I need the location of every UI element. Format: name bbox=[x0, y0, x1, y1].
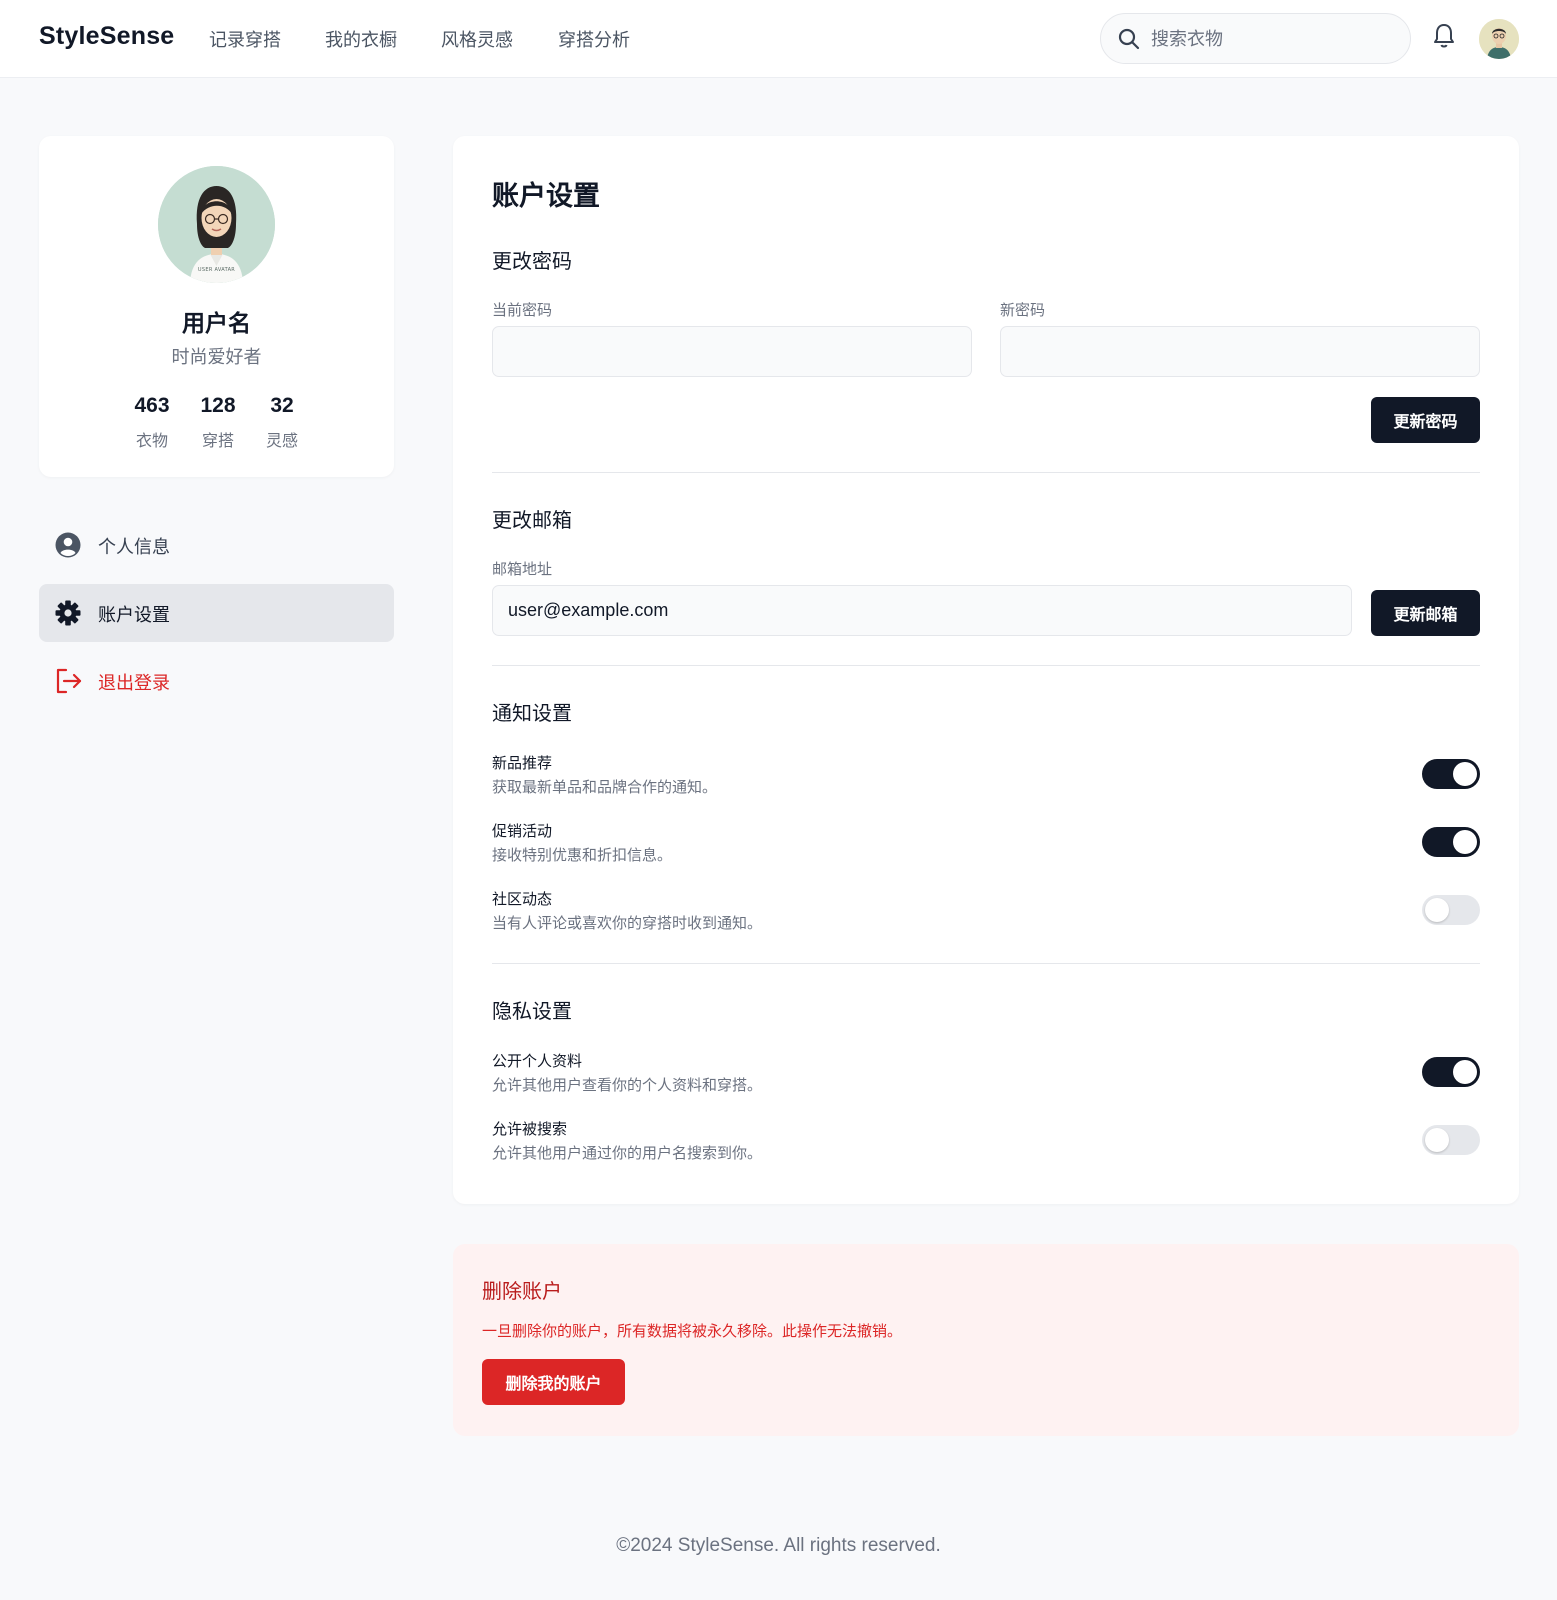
sidebar-item-profile[interactable]: 个人信息 bbox=[39, 516, 394, 574]
update-password-button[interactable]: 更新密码 bbox=[1371, 397, 1480, 443]
nav-link-wardrobe[interactable]: 我的衣橱 bbox=[325, 26, 397, 52]
toggle-knob bbox=[1425, 1128, 1449, 1152]
stat-label: 穿搭 bbox=[201, 431, 234, 450]
section-divider bbox=[492, 665, 1480, 666]
delete-account-button[interactable]: 删除我的账户 bbox=[482, 1359, 625, 1405]
section-title-privacy: 隐私设置 bbox=[492, 999, 572, 1023]
new-password-label: 新密码 bbox=[1000, 301, 1046, 319]
delete-account-card: 删除账户 一旦删除你的账户，所有数据将被永久移除。此操作无法撤销。 删除我的账户 bbox=[453, 1244, 1519, 1436]
profile-card: USER AVATAR 用户名 时尚爱好者 463 衣物 128 穿搭 32 灵… bbox=[39, 136, 394, 477]
current-password-input[interactable] bbox=[492, 326, 972, 377]
option-desc-community: 当有人评论或喜欢你的穿搭时收到通知。 bbox=[492, 914, 763, 932]
option-desc-promotions: 接收特别优惠和折扣信息。 bbox=[492, 846, 673, 864]
stat-label: 灵感 bbox=[265, 431, 298, 450]
sidebar-item-label: 退出登录 bbox=[98, 673, 170, 694]
delete-account-title: 删除账户 bbox=[482, 1279, 562, 1303]
profile-avatar[interactable]: USER AVATAR bbox=[158, 166, 275, 283]
nav-link-log-outfit[interactable]: 记录穿搭 bbox=[209, 26, 281, 52]
nav-link-analysis[interactable]: 穿搭分析 bbox=[558, 26, 630, 52]
app-logo[interactable]: StyleSense bbox=[39, 22, 174, 51]
option-desc-new-arrivals: 获取最新单品和品牌合作的通知。 bbox=[492, 778, 718, 796]
option-title-community: 社区动态 bbox=[492, 890, 553, 908]
option-desc-searchable: 允许其他用户通过你的用户名搜索到你。 bbox=[492, 1144, 763, 1162]
section-divider bbox=[492, 963, 1480, 964]
user-circle-icon bbox=[55, 532, 81, 562]
footer-copyright: ©2024 StyleSense. All rights reserved. bbox=[616, 1535, 941, 1556]
top-navbar: StyleSense 记录穿搭 我的衣橱 风格灵感 穿搭分析 bbox=[0, 0, 1557, 78]
section-title-notifications: 通知设置 bbox=[492, 701, 572, 725]
toggle-knob bbox=[1425, 898, 1449, 922]
search-icon bbox=[1118, 28, 1140, 50]
sidebar-item-label: 账户设置 bbox=[98, 605, 170, 626]
sidebar-item-account-settings[interactable]: 账户设置 bbox=[39, 584, 394, 642]
toggle-promotions[interactable] bbox=[1422, 827, 1480, 857]
toggle-new-arrivals[interactable] bbox=[1422, 759, 1480, 789]
toggle-knob bbox=[1453, 830, 1477, 854]
sidebar-item-label: 个人信息 bbox=[98, 537, 170, 558]
option-title-promotions: 促销活动 bbox=[492, 822, 553, 840]
update-email-button[interactable]: 更新邮箱 bbox=[1371, 590, 1480, 636]
section-title-password: 更改密码 bbox=[492, 249, 572, 273]
email-field[interactable] bbox=[492, 585, 1352, 636]
toggle-knob bbox=[1453, 762, 1477, 786]
option-desc-public-profile: 允许其他用户查看你的个人资料和穿搭。 bbox=[492, 1076, 763, 1094]
stat-value: 463 bbox=[134, 394, 170, 417]
user-avatar[interactable] bbox=[1479, 19, 1519, 59]
current-password-label: 当前密码 bbox=[492, 301, 553, 319]
profile-username: 用户名 bbox=[182, 311, 251, 337]
avatar-caption: USER AVATAR bbox=[197, 267, 236, 273]
search-input[interactable] bbox=[1151, 24, 1391, 54]
toggle-searchable[interactable] bbox=[1422, 1125, 1480, 1155]
stat-outfits[interactable]: 128 穿搭 bbox=[188, 394, 248, 451]
logout-icon bbox=[55, 668, 83, 698]
gear-icon bbox=[55, 600, 81, 630]
new-password-input[interactable] bbox=[1000, 326, 1480, 377]
delete-account-warning: 一旦删除你的账户，所有数据将被永久移除。此操作无法撤销。 bbox=[482, 1322, 903, 1340]
option-title-searchable: 允许被搜索 bbox=[492, 1120, 568, 1138]
stat-value: 128 bbox=[200, 394, 236, 417]
toggle-knob bbox=[1453, 1060, 1477, 1084]
option-title-public-profile: 公开个人资料 bbox=[492, 1052, 583, 1070]
account-settings-card: 账户设置 更改密码 当前密码 新密码 更新密码 更改邮箱 邮箱地址 更新邮箱 通… bbox=[453, 136, 1519, 1204]
toggle-community[interactable] bbox=[1422, 895, 1480, 925]
stat-items[interactable]: 463 衣物 bbox=[122, 394, 182, 451]
option-title-new-arrivals: 新品推荐 bbox=[492, 754, 553, 772]
stat-inspirations[interactable]: 32 灵感 bbox=[252, 394, 312, 451]
page-title: 账户设置 bbox=[492, 181, 600, 212]
notification-bell-icon[interactable] bbox=[1432, 22, 1456, 54]
email-label: 邮箱地址 bbox=[492, 560, 553, 578]
sidebar-item-logout[interactable]: 退出登录 bbox=[39, 652, 394, 710]
nav-link-inspiration[interactable]: 风格灵感 bbox=[441, 26, 513, 52]
search-box bbox=[1100, 13, 1411, 64]
toggle-public-profile[interactable] bbox=[1422, 1057, 1480, 1087]
section-divider bbox=[492, 472, 1480, 473]
stat-value: 32 bbox=[270, 394, 294, 417]
section-title-email: 更改邮箱 bbox=[492, 508, 572, 532]
profile-tagline: 时尚爱好者 bbox=[171, 347, 262, 368]
stat-label: 衣物 bbox=[135, 431, 168, 450]
